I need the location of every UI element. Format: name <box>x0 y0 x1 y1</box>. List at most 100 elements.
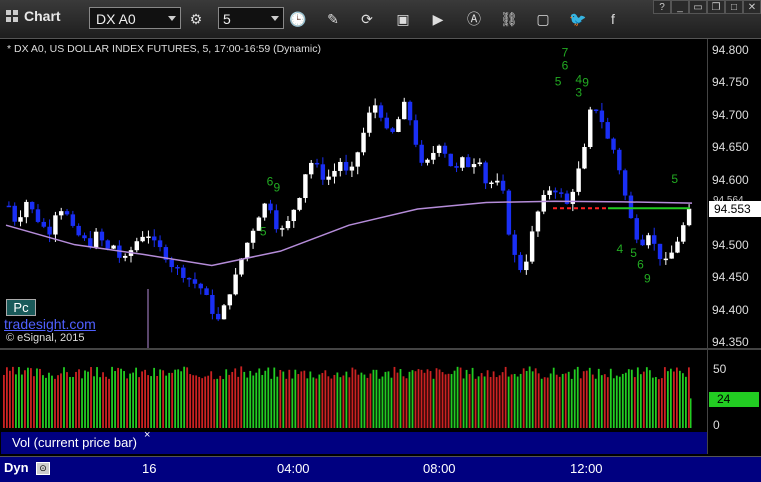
volume-bar <box>162 370 165 428</box>
candle-body <box>663 258 669 261</box>
volume-bar <box>57 375 59 428</box>
candle-body <box>64 211 70 215</box>
candle-body <box>518 254 523 271</box>
candle-body <box>297 198 302 210</box>
volume-bar <box>423 372 426 428</box>
candle-body <box>402 101 407 120</box>
chevron-down-icon[interactable] <box>168 16 176 21</box>
volume-bar <box>381 376 384 428</box>
volume-bar <box>141 371 144 428</box>
cube-icon[interactable]: ▣ <box>393 9 413 29</box>
symbol-input[interactable]: DX A0 <box>89 7 181 29</box>
interval-value: 5 <box>223 11 231 27</box>
volume-chart[interactable] <box>0 350 707 432</box>
volume-bar <box>552 367 555 428</box>
play-icon[interactable]: ▶ <box>428 9 448 29</box>
volume-bar <box>681 373 684 428</box>
link-icon[interactable]: ⛓ <box>499 9 519 29</box>
candle-body <box>239 258 244 275</box>
chart-window: Chart DX A0 ⚙ 5 🕒 ✎ ⟳ ▣ ▶ Ⓐ ⛓ ▢ 🐦 f ? _ … <box>0 0 761 482</box>
candle-body <box>186 277 192 280</box>
clock-icon[interactable]: 🕒 <box>288 9 308 29</box>
volume-bar <box>516 376 519 428</box>
chevron-down-icon[interactable] <box>271 16 279 21</box>
volume-bar <box>177 369 180 428</box>
candle-body <box>611 138 616 150</box>
volume-bar <box>21 374 23 428</box>
twitter-icon[interactable]: 🐦 <box>568 9 588 29</box>
maximize-button[interactable]: □ <box>725 0 743 14</box>
price-tick-label: 94.800 <box>712 43 749 57</box>
help-button[interactable]: ? <box>653 0 671 14</box>
price-chart[interactable]: 765 4396 9554 569 <box>0 39 707 348</box>
price-tick-label: 94.700 <box>712 107 749 122</box>
time-tick-0400: 04:00 <box>277 461 310 476</box>
volume-bar <box>546 377 549 428</box>
volume-bar <box>609 368 612 428</box>
volume-bar <box>288 369 291 428</box>
volume-bar <box>450 374 453 428</box>
lock-icon[interactable]: ⊙ <box>36 462 50 475</box>
chat-icon[interactable]: ▢ <box>533 9 553 29</box>
candle-body <box>535 211 541 232</box>
candle-body <box>355 152 360 167</box>
volume-bar <box>357 374 360 428</box>
grid-icon[interactable] <box>6 10 18 22</box>
price-tick-label: 94.600 <box>712 172 749 187</box>
candle-body <box>122 255 128 258</box>
volume-bar <box>129 373 131 428</box>
cycle-icon[interactable]: ⟳ <box>357 9 377 29</box>
volume-bar <box>594 378 597 428</box>
volume-bar <box>27 367 29 428</box>
volume-bar <box>48 372 50 428</box>
facebook-icon[interactable]: f <box>603 9 623 29</box>
volume-bar <box>123 371 125 428</box>
volume-bar <box>3 374 5 428</box>
volume-bar <box>18 367 20 428</box>
alert-icon[interactable]: Ⓐ <box>464 9 484 29</box>
close-button[interactable]: ✕ <box>743 0 761 14</box>
candle-body <box>564 193 570 204</box>
volume-bar <box>69 376 71 428</box>
volume-current-tag: 24 <box>709 392 759 407</box>
interval-input[interactable]: 5 <box>218 7 284 29</box>
volume-bar <box>441 372 444 428</box>
settings-icon[interactable]: ⚙ <box>186 9 206 29</box>
candle-body <box>652 235 657 244</box>
volume-bar <box>465 369 468 428</box>
candle-body <box>88 238 93 248</box>
volume-bar <box>633 377 636 428</box>
volume-bar <box>24 370 26 428</box>
window-menu-button[interactable]: ▭ <box>689 0 707 14</box>
volume-bar <box>672 371 675 428</box>
copyright-text: © eSignal, 2015 <box>6 332 85 344</box>
close-icon[interactable]: × <box>144 424 150 446</box>
pencil-icon[interactable]: ✎ <box>323 9 343 29</box>
candle-body <box>646 235 651 246</box>
volume-bar <box>447 373 450 428</box>
volume-bar <box>207 375 210 428</box>
volume-bar <box>660 378 663 428</box>
candle-body <box>471 164 477 168</box>
volume-bar <box>15 374 17 428</box>
time-axis[interactable]: Dyn ⊙ 16 04:00 08:00 12:00 <box>0 456 761 482</box>
candle-body <box>477 162 483 165</box>
brand-link[interactable]: tradesight.com <box>4 316 96 332</box>
candle-body <box>489 182 494 185</box>
restore-button[interactable]: ❐ <box>707 0 725 14</box>
price-axis[interactable]: 94.80094.75094.70094.65094.60094.55094.5… <box>707 39 761 349</box>
volume-bar <box>435 368 438 428</box>
volume-bar <box>579 378 582 428</box>
candle-body <box>390 128 395 132</box>
volume-bar <box>324 370 327 428</box>
pc-badge[interactable]: Pc <box>6 299 36 316</box>
minimize-button[interactable]: _ <box>671 0 689 14</box>
sequence-mark: 5 <box>260 225 267 239</box>
candle-body <box>227 294 233 306</box>
dynamic-mode-label[interactable]: Dyn <box>4 460 29 475</box>
candle-body <box>140 236 145 242</box>
volume-bar <box>384 371 387 428</box>
candle-body <box>617 149 622 171</box>
volume-bar <box>255 372 258 428</box>
sequence-mark: 9 <box>274 180 281 194</box>
